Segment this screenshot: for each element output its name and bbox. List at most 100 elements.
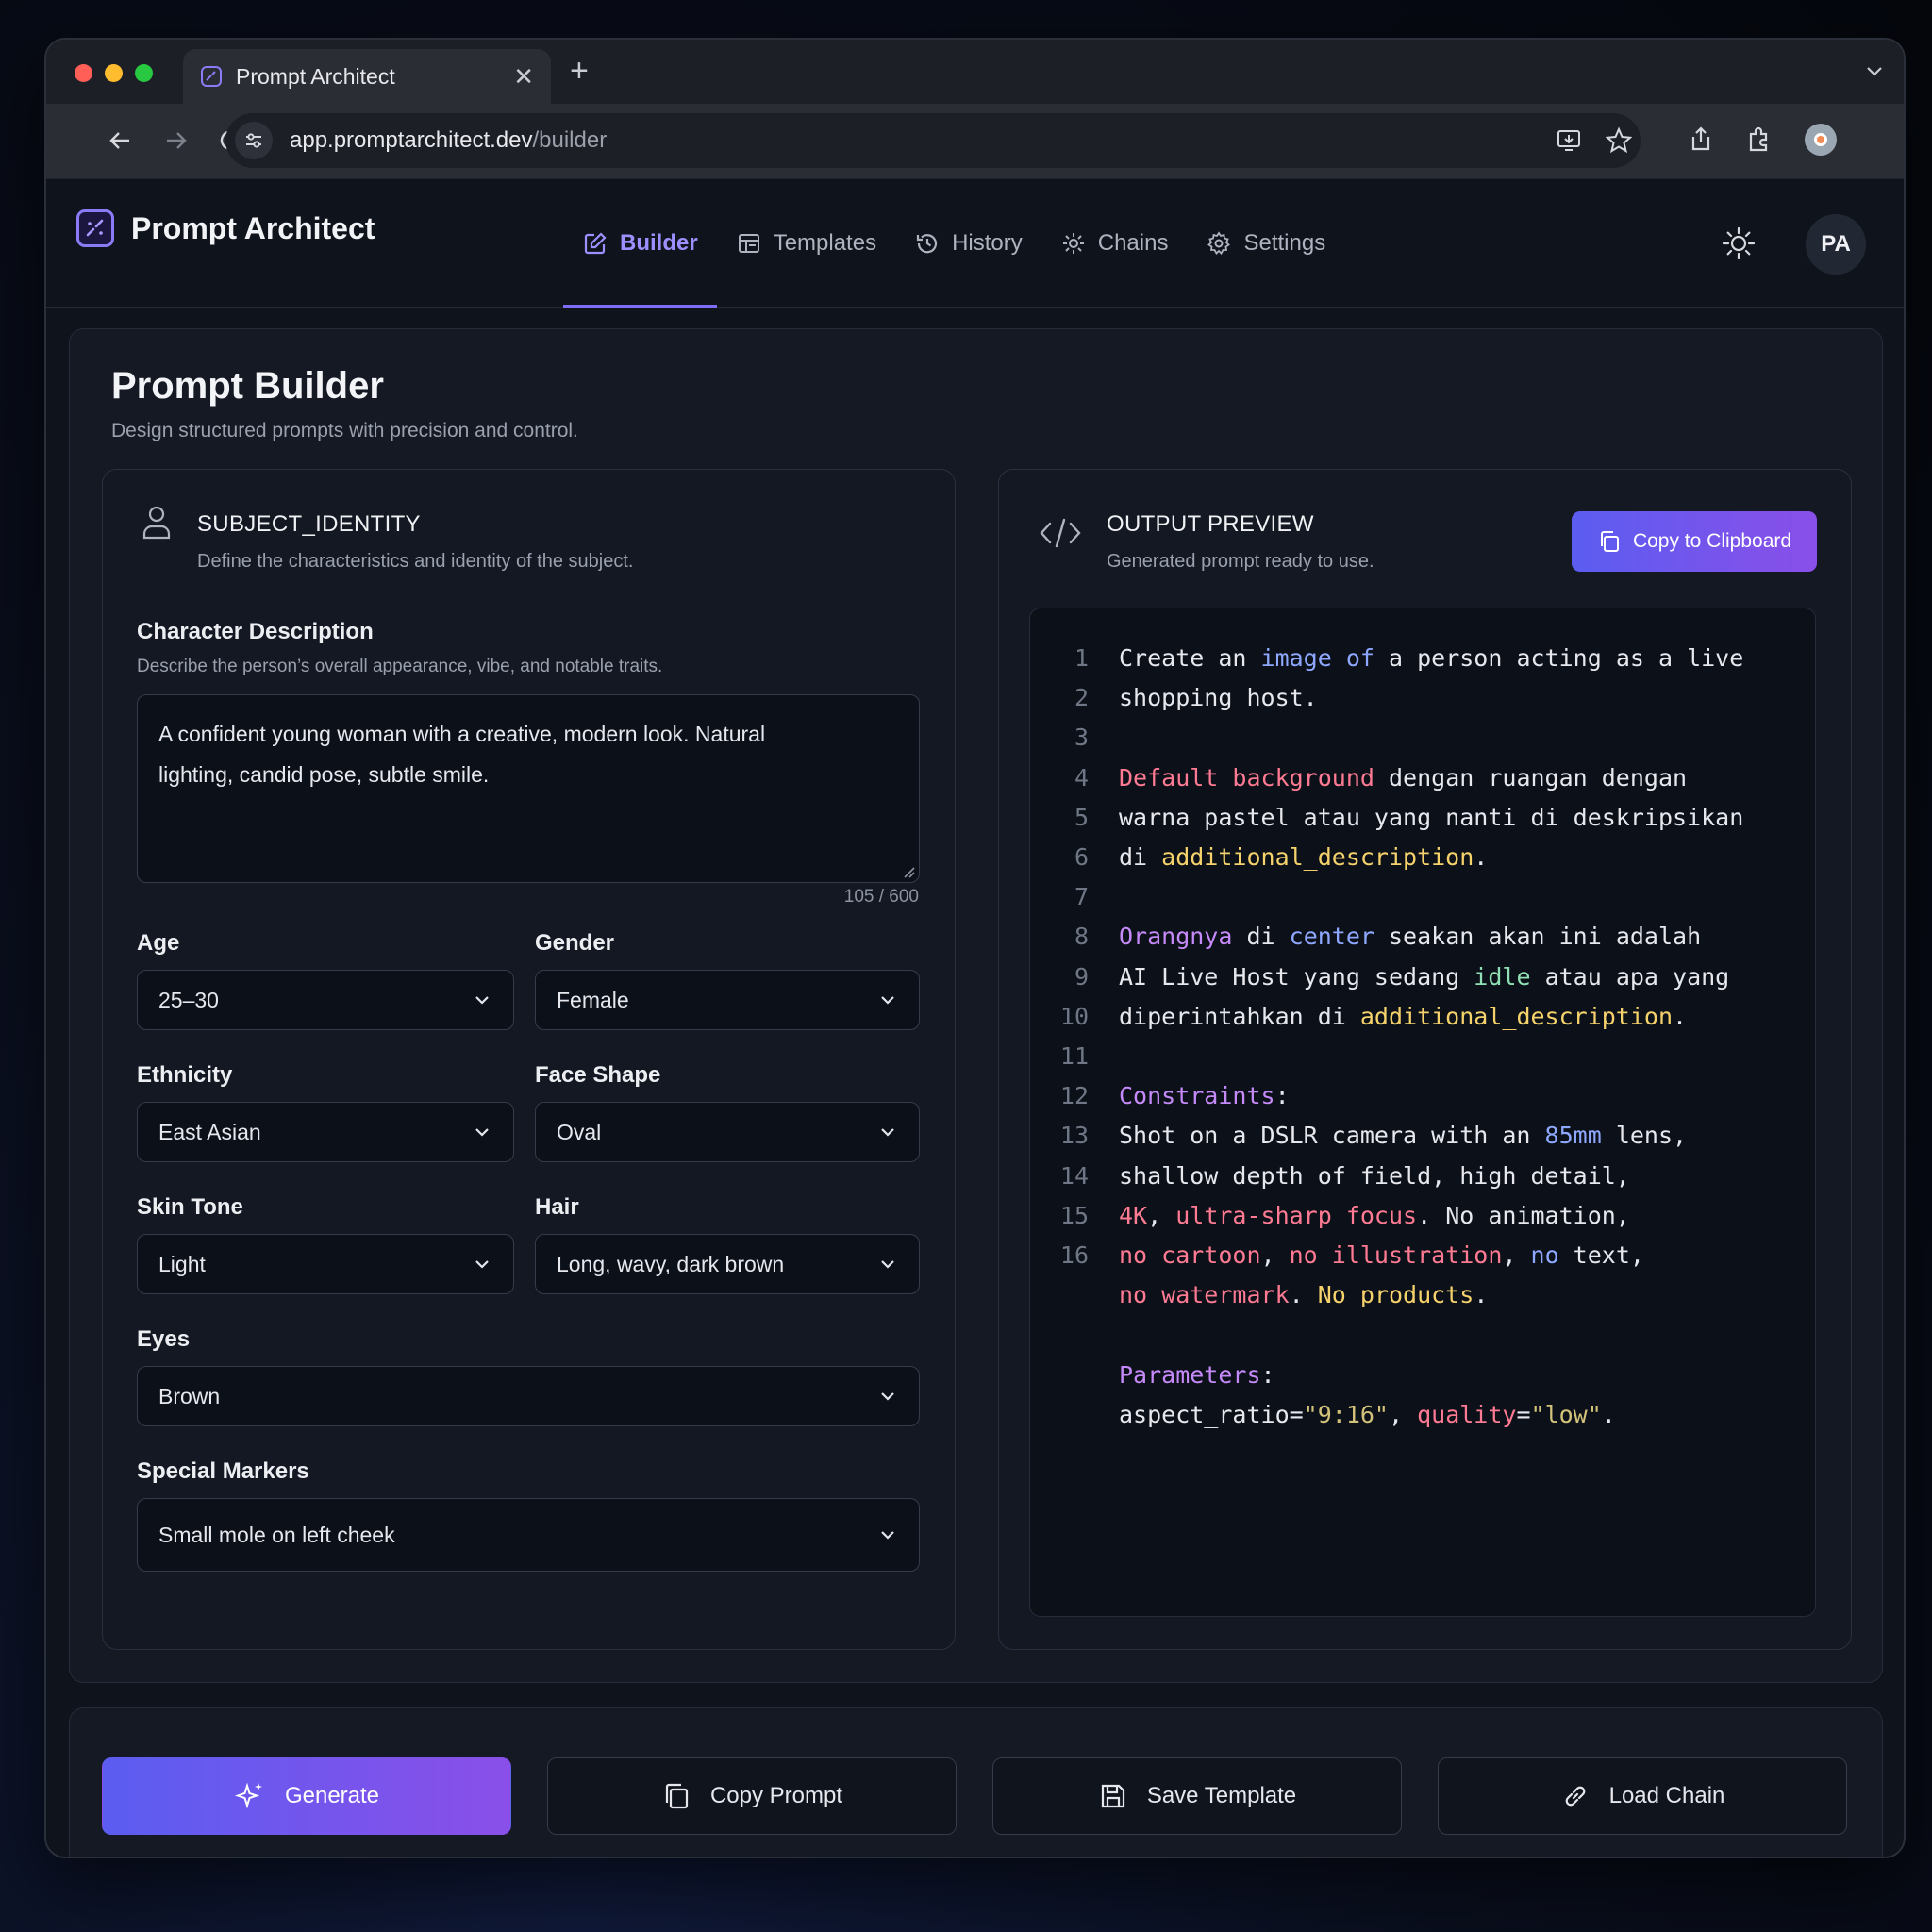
share-icon[interactable] [1686,125,1716,155]
line-number: 3 [1074,724,1089,752]
age-select[interactable]: 25–30 [137,970,514,1030]
code-token: 4K [1119,1201,1148,1229]
line-number: 13 [1059,1122,1089,1150]
ethnicity-select[interactable]: East Asian [137,1102,514,1162]
code-token: seakan akan ini adalah [1374,923,1702,951]
nav-chains[interactable]: Chains [1041,179,1188,308]
code-token: : [1260,1360,1275,1389]
skin-tone-label: Skin Tone [137,1194,243,1220]
user-icon [142,506,171,540]
nav-builder[interactable]: Builder [563,179,717,308]
character-description-textarea[interactable]: A confident young woman with a creative,… [137,694,920,883]
code-token: AI Live Host yang sedang [1119,962,1474,991]
code-token: shallow depth of field, high detail, [1119,1161,1630,1190]
code-token: . [1474,843,1489,871]
chevron-down-icon[interactable] [1864,60,1885,81]
code-token: di [1232,923,1290,951]
gender-label: Gender [535,930,615,956]
line-number: 12 [1059,1082,1089,1110]
copy-icon [665,1783,689,1809]
chevron-down-icon [881,996,894,1005]
save-disk-icon [1101,1784,1124,1808]
load-chain-button[interactable]: Load Chain [1438,1757,1847,1835]
site-settings-icon[interactable] [235,122,273,159]
minimize-window-button[interactable] [105,64,123,82]
gear-icon [1208,231,1231,255]
main-nav: Builder Templates History Chains Setting… [563,179,1344,308]
code-token: , [1147,1201,1176,1229]
close-tab-icon[interactable]: ✕ [513,62,534,92]
code-token: . [1601,1400,1616,1428]
code-token: Default background [1119,763,1374,791]
line-number: 2 [1074,684,1089,712]
clock-icon [916,234,938,254]
install-app-icon[interactable] [1556,126,1584,155]
nav-label: Templates [773,230,877,256]
chevron-down-icon [475,996,489,1005]
ethnicity-label: Ethnicity [137,1062,233,1088]
card-subtitle: Define the characteristics and identity … [197,551,634,572]
special-markers-select[interactable]: Small mole on left cheek [137,1498,920,1572]
code-token: : [1274,1082,1290,1110]
copy-prompt-button[interactable]: Copy Prompt [547,1757,957,1835]
maximize-window-button[interactable] [135,64,153,82]
eyes-label: Eyes [137,1326,191,1352]
code-token: Shot on a DSLR camera with an [1119,1122,1545,1150]
code-token: ultra-sharp focus [1175,1201,1418,1229]
copy-to-clipboard-button[interactable]: Copy to Clipboard [1572,511,1817,572]
character-count: 105 / 600 [843,887,919,907]
action-bar: Generate Copy Prompt Save Template Load … [69,1707,1883,1857]
browser-tab[interactable]: Prompt Architect ✕ [183,49,551,104]
more-menu-icon[interactable] [1904,125,1906,155]
nav-label: Builder [620,230,698,256]
new-tab-button[interactable]: + [570,53,589,90]
eyes-select[interactable]: Brown [137,1366,920,1426]
code-token: aspect_ratio= [1119,1400,1304,1428]
bookmark-star-icon[interactable] [1605,126,1633,155]
code-token: . [1474,1281,1489,1309]
code-line: no watermark. No products. [1119,1281,1488,1308]
brand[interactable]: Prompt Architect [76,209,375,247]
theme-toggle-sun-icon[interactable] [1720,225,1757,262]
code-line: Default background dengan ruangan dengan [1119,764,1687,791]
line-number: 6 [1074,843,1089,871]
nav-templates[interactable]: Templates [717,179,895,308]
character-description-label: Character Description [137,619,374,644]
app-name: Prompt Architect [131,210,375,245]
address-bar[interactable]: app.promptarchitect.dev/builder [225,113,1641,168]
code-token: . No animation, [1417,1201,1630,1229]
code-token: no [1530,1241,1559,1269]
browser-profile-icon[interactable] [1805,124,1837,156]
extensions-icon[interactable] [1744,125,1774,155]
gender-select[interactable]: Female [535,970,920,1030]
face-shape-select[interactable]: Oval [535,1102,920,1162]
nav-settings[interactable]: Settings [1187,179,1344,308]
code-token: 85mm [1544,1122,1602,1150]
save-template-button[interactable]: Save Template [992,1757,1402,1835]
nav-label: History [952,230,1023,256]
skin-tone-select[interactable]: Light [137,1234,514,1294]
code-line: shallow depth of field, high detail, [1119,1162,1630,1190]
line-number: 15 [1059,1201,1089,1229]
generate-button[interactable]: Generate [102,1757,511,1835]
user-avatar[interactable]: PA [1806,214,1866,275]
code-token: No products [1317,1281,1474,1309]
line-number: 16 [1059,1241,1089,1269]
hair-select[interactable]: Long, wavy, dark brown [535,1234,920,1294]
forward-arrow-icon[interactable] [159,125,192,157]
link-icon [1565,1786,1585,1807]
page-subtitle: Design structured prompts with precision… [111,420,578,441]
code-line: di additional_description. [1119,843,1488,871]
resize-handle-icon[interactable] [902,865,915,878]
hair-label: Hair [535,1194,579,1220]
subject-identity-card: SUBJECT_IDENTITY Define the characterist… [102,469,956,1650]
chevron-down-icon [881,1128,894,1137]
back-arrow-icon[interactable] [105,125,137,157]
character-description-hint: Describe the person’s overall appearance… [137,657,663,676]
code-token: no watermark [1119,1281,1290,1309]
code-token: . [1289,1281,1318,1309]
close-window-button[interactable] [75,64,92,82]
output-preview-card: OUTPUT PREVIEW Generated prompt ready to… [998,469,1852,1650]
url-text: app.promptarchitect.dev/builder [290,127,608,153]
nav-history[interactable]: History [895,179,1041,308]
